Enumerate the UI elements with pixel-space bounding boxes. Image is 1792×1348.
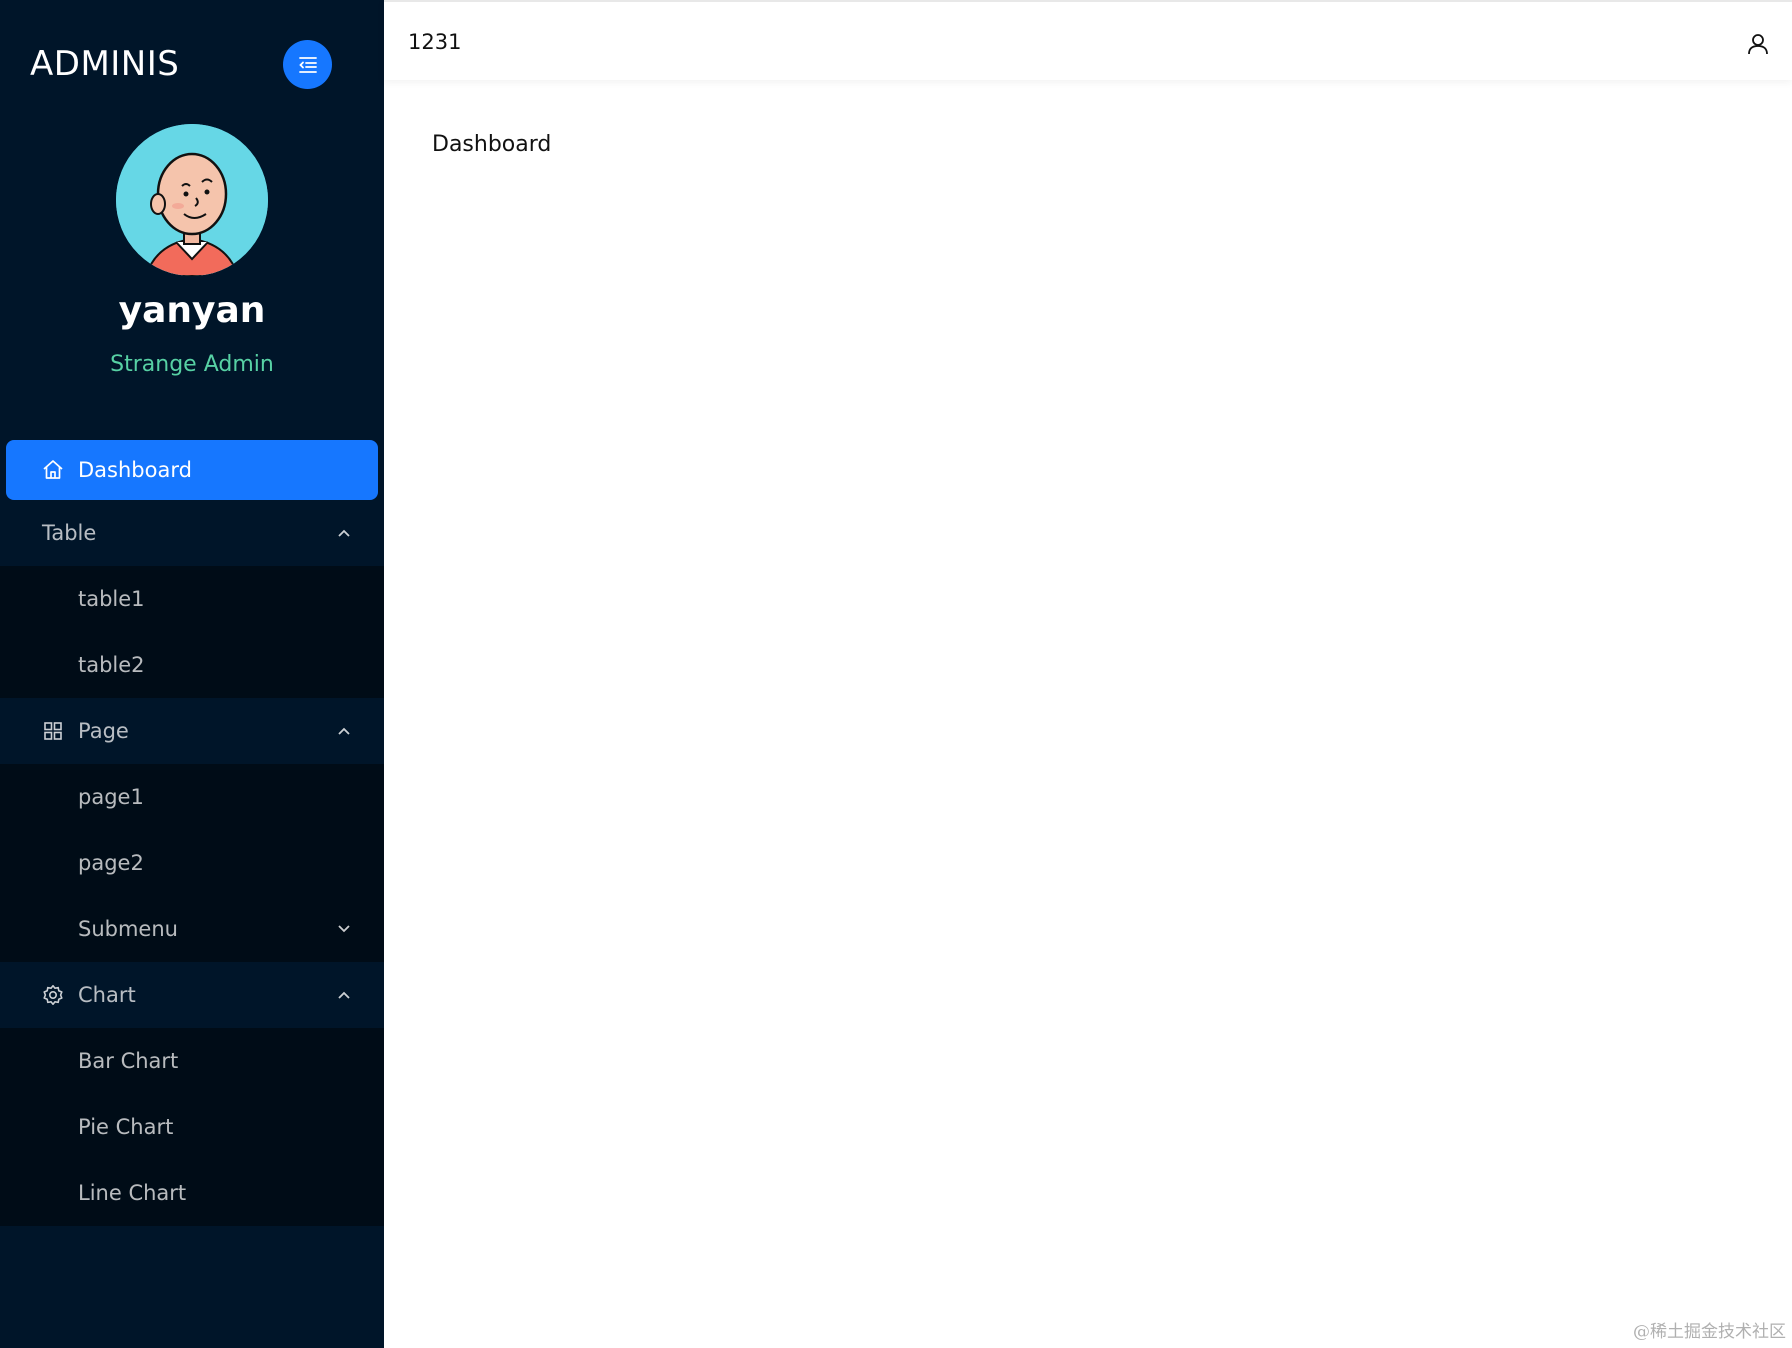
- sidebar-group-label: Page: [78, 719, 129, 743]
- user-icon: [1748, 34, 1768, 55]
- brand-logo: ADMINIS: [30, 44, 180, 84]
- submenu-page: page1 page2 Submenu: [0, 764, 384, 962]
- avatar[interactable]: [116, 124, 268, 276]
- sidebar-group-label: Chart: [78, 983, 136, 1007]
- sidebar-group-label: Table: [42, 521, 97, 545]
- chevron-up-icon: [336, 525, 352, 541]
- sidebar-item-table2[interactable]: table2: [0, 632, 384, 698]
- sidebar-item-page2[interactable]: page2: [0, 830, 384, 896]
- sidebar: ADMINIS yanyan Strange Admin Dashboard T…: [0, 0, 384, 1348]
- sidebar-item-table1[interactable]: table1: [0, 566, 384, 632]
- sidebar-item-label: page2: [78, 851, 144, 875]
- setting-icon: [42, 984, 64, 1006]
- menu-fold-icon: [298, 56, 317, 73]
- sidebar-item-pie-chart[interactable]: Pie Chart: [0, 1094, 384, 1160]
- submenu-chart: Bar Chart Pie Chart Line Chart: [0, 1028, 384, 1226]
- profile-role: Strange Admin: [110, 352, 274, 377]
- submenu-table: table1 table2: [0, 566, 384, 698]
- chevron-up-icon: [336, 723, 352, 739]
- page-title: Dashboard: [432, 132, 552, 157]
- sidebar-item-page1[interactable]: page1: [0, 764, 384, 830]
- appstore-icon: [42, 720, 64, 742]
- home-icon: [42, 459, 64, 481]
- collapse-toggle-button[interactable]: [283, 40, 332, 89]
- sidebar-item-label: table1: [78, 587, 145, 611]
- chevron-down-icon: [336, 921, 352, 937]
- watermark: @稀土掘金技术社区: [1633, 1322, 1786, 1342]
- sidebar-item-label: table2: [78, 653, 145, 677]
- profile-name: yanyan: [118, 290, 266, 331]
- user-menu-button[interactable]: [1744, 30, 1772, 58]
- avatar-illustration: [116, 124, 268, 276]
- sidebar-item-bar-chart[interactable]: Bar Chart: [0, 1028, 384, 1094]
- brand-row: ADMINIS: [0, 0, 384, 128]
- top-header: 1231: [384, 0, 1792, 80]
- sidebar-group-page[interactable]: Page: [0, 698, 384, 764]
- sidebar-item-submenu[interactable]: Submenu: [0, 896, 384, 962]
- header-text: 1231: [408, 30, 462, 54]
- sidebar-item-dashboard[interactable]: Dashboard: [6, 440, 378, 500]
- sidebar-item-label: Submenu: [78, 917, 178, 941]
- sidebar-group-table[interactable]: Table: [0, 500, 384, 566]
- sidebar-item-label: Pie Chart: [78, 1115, 174, 1139]
- sidebar-item-label: Bar Chart: [78, 1049, 179, 1073]
- sidebar-menu: Dashboard Table table1 table2 Page page1…: [0, 440, 384, 1226]
- sidebar-item-label: Line Chart: [78, 1181, 187, 1205]
- sidebar-item-label: page1: [78, 785, 144, 809]
- chevron-up-icon: [336, 987, 352, 1003]
- sidebar-item-label: Dashboard: [78, 458, 192, 482]
- sidebar-item-line-chart[interactable]: Line Chart: [0, 1160, 384, 1226]
- sidebar-group-chart[interactable]: Chart: [0, 962, 384, 1028]
